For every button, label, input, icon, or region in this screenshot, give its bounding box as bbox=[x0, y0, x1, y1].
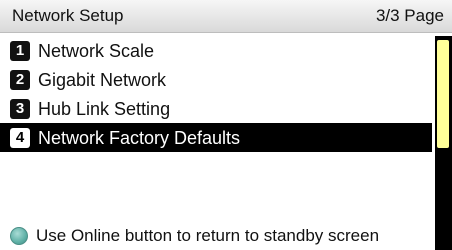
menu-item-network-factory-defaults[interactable]: 4 Network Factory Defaults bbox=[0, 123, 432, 152]
item-number-badge: 2 bbox=[10, 69, 30, 90]
footer-hint-text: Use Online button to return to standby s… bbox=[36, 226, 380, 245]
item-number-badge: 3 bbox=[10, 98, 30, 119]
menu-item-label: Gigabit Network bbox=[38, 69, 167, 90]
printer-panel-screen: Network Setup 3/3 Page 1 Network Scale 2… bbox=[0, 0, 452, 250]
scrollbar-thumb[interactable] bbox=[437, 40, 449, 148]
menu-item-gigabit-network[interactable]: 2 Gigabit Network bbox=[0, 65, 432, 94]
header-bar: Network Setup 3/3 Page bbox=[0, 0, 452, 33]
menu-item-label: Network Factory Defaults bbox=[38, 127, 241, 148]
menu-item-hub-link-setting[interactable]: 3 Hub Link Setting bbox=[0, 94, 432, 123]
page-indicator: 3/3 Page bbox=[375, 6, 444, 25]
menu-item-label: Network Scale bbox=[38, 40, 155, 61]
screen-title: Network Setup bbox=[12, 6, 124, 25]
scrollbar[interactable] bbox=[435, 36, 452, 250]
item-number-badge: 1 bbox=[10, 40, 30, 61]
item-number-badge: 4 bbox=[10, 127, 30, 148]
menu-list: 1 Network Scale 2 Gigabit Network 3 Hub … bbox=[0, 36, 432, 152]
menu-item-label: Hub Link Setting bbox=[38, 98, 171, 119]
menu-item-network-scale[interactable]: 1 Network Scale bbox=[0, 36, 432, 65]
online-led-icon bbox=[10, 227, 28, 245]
footer-hint: Use Online button to return to standby s… bbox=[10, 226, 379, 246]
